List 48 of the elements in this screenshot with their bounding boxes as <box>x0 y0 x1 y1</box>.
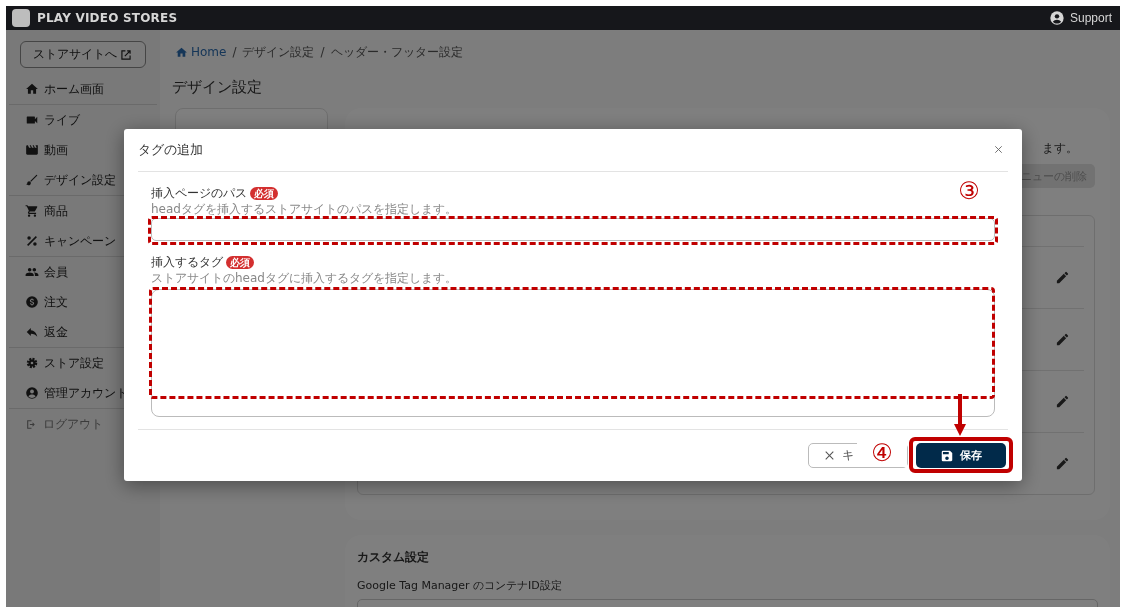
breadcrumb-link[interactable]: Home <box>175 45 227 59</box>
field-label: Google Tag Manager のコンテナID設定 <box>357 578 563 593</box>
breadcrumb-separator: / <box>232 45 237 59</box>
store-logo-icon <box>12 9 30 27</box>
dollar-coin-icon <box>25 295 39 309</box>
required-badge: 必須 <box>250 186 278 200</box>
store-site-button[interactable]: ストアサイトへ <box>20 41 146 68</box>
sidebar-item[interactable]: 返金 <box>9 317 157 347</box>
account-icon <box>25 386 39 400</box>
pencil-icon[interactable] <box>1055 332 1070 347</box>
card-title: カスタム設定 <box>357 549 430 566</box>
field-label: 挿入するタグ <box>151 253 223 271</box>
cart-icon <box>25 204 39 218</box>
breadcrumb-item: デザイン設定 <box>242 43 315 61</box>
percent-icon <box>25 234 39 248</box>
brush-icon <box>25 173 39 187</box>
close-icon <box>823 449 836 462</box>
help-text: ストアサイトのheadタグに挿入するタグを指定します。 <box>151 271 458 285</box>
sidebar-item[interactable]: ストア設定 <box>9 348 157 378</box>
required-badge: 必須 <box>226 255 254 269</box>
pencil-icon[interactable] <box>1055 394 1070 409</box>
settings-icon <box>25 356 39 370</box>
close-icon <box>993 144 1004 155</box>
logout-icon <box>25 417 38 431</box>
sidebar-item[interactable]: ホーム画面 <box>9 74 157 104</box>
pencil-icon[interactable] <box>1055 270 1070 285</box>
help-text: headタグを挿入するストアサイトのパスを指定します。 <box>151 202 458 216</box>
arrow-icon <box>954 394 966 436</box>
page-title: デザイン設定 <box>172 78 263 98</box>
user-icon <box>1048 10 1065 26</box>
sidebar-item[interactable]: ライブ <box>9 105 157 135</box>
pencil-icon[interactable] <box>1055 456 1070 471</box>
breadcrumb-separator: / <box>320 45 325 59</box>
clapperboard-icon <box>25 143 39 157</box>
save-button[interactable]: 保存 <box>916 443 1006 468</box>
field-label: 挿入ページのパス <box>151 184 247 202</box>
dialog-title: タグの追加 <box>138 141 204 159</box>
brand-name: PLAY VIDEO STORES <box>37 11 178 25</box>
home-icon <box>175 45 188 59</box>
breadcrumb-item: ヘッダー・フッター設定 <box>330 43 463 61</box>
sidebar-item[interactable]: キャンペーン <box>9 226 157 256</box>
reply-arrow-icon <box>25 325 39 339</box>
external-link-icon <box>119 47 133 62</box>
support-link[interactable]: Support <box>1069 11 1112 25</box>
home-icon <box>25 82 39 96</box>
sidebar-item[interactable]: 注文 <box>9 287 157 317</box>
people-icon <box>25 265 39 279</box>
notice-text: ます。 <box>1042 140 1078 156</box>
